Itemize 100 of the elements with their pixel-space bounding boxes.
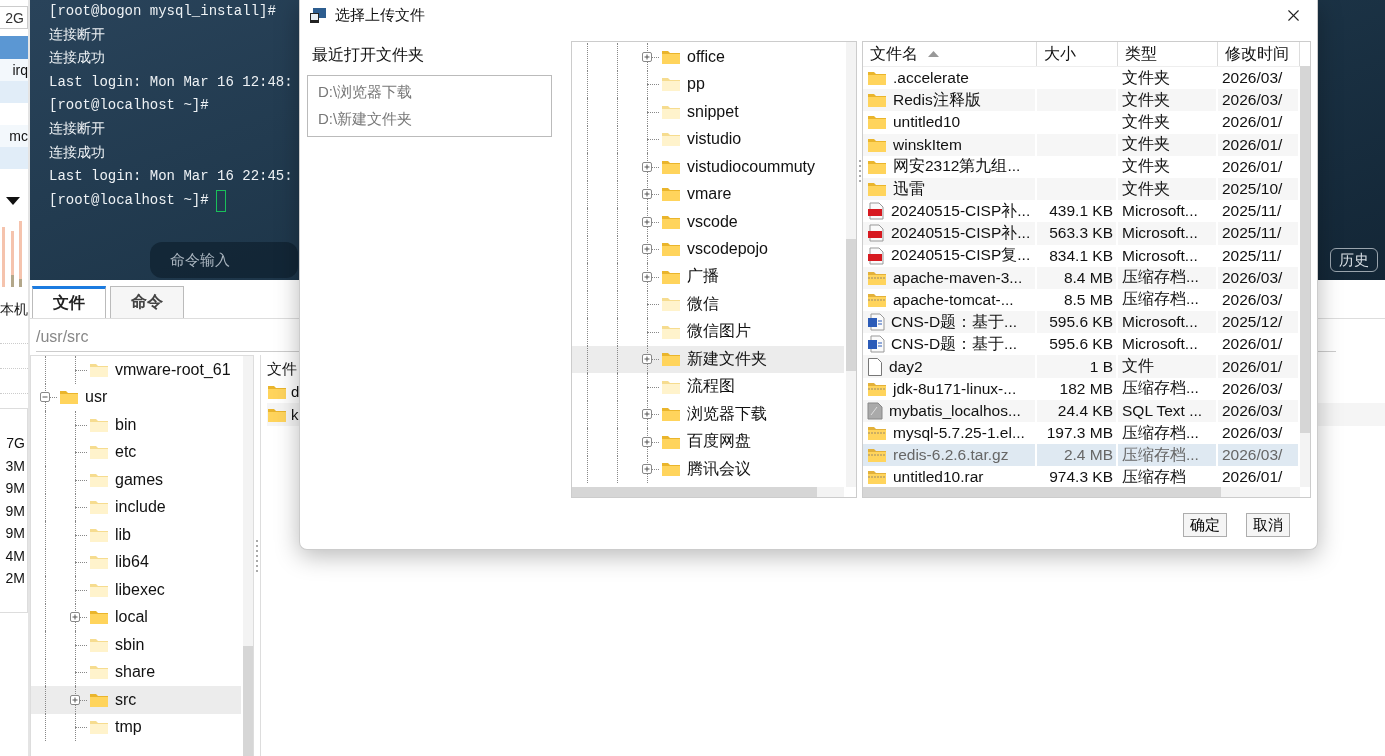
tree-item[interactable]: 微信图片 (572, 318, 844, 346)
expand-icon[interactable] (642, 271, 652, 282)
modified-date: 2026/03/ (1222, 69, 1283, 88)
list-row[interactable]: mc (0, 125, 28, 147)
scrollbar-thumb[interactable] (1300, 66, 1310, 433)
list-row[interactable]: irq (0, 59, 28, 81)
tree-item[interactable]: local (31, 603, 241, 631)
column-header[interactable]: 文件名 (863, 42, 1037, 66)
folder-icon (661, 48, 681, 65)
tree-item[interactable]: vmare (572, 180, 844, 208)
terminal-line: 连接断开 (49, 25, 105, 45)
tree-item[interactable]: snippet (572, 98, 844, 126)
recent-folder-item[interactable]: D:\浏览器下载 (308, 79, 551, 106)
tree-item[interactable]: vscodepojo (572, 235, 844, 263)
folder-icon (661, 186, 681, 203)
folder-icon (89, 664, 109, 681)
folder-icon (661, 241, 681, 258)
tree-item[interactable]: 新建文件夹 (572, 345, 844, 373)
tree-item[interactable]: sbin (31, 631, 241, 659)
column-header[interactable]: 类型 (1118, 42, 1218, 66)
expand-icon[interactable] (642, 244, 652, 255)
folder-icon (661, 213, 681, 230)
size-text: 3M (5, 457, 25, 475)
column-header[interactable]: 文件 (267, 359, 297, 379)
tree-item[interactable]: include (31, 493, 241, 521)
folder-icon (89, 499, 109, 516)
file-row[interactable]: 迅雷 文件夹 2025/10/ (863, 177, 1298, 201)
tree-item[interactable]: libexec (31, 576, 241, 604)
scrollbar-thumb[interactable] (863, 487, 1221, 497)
file-name: 20240515-CISP补... (891, 222, 1031, 243)
word-file-icon (867, 313, 885, 332)
file-row[interactable]: 20240515-CISP补... 563.3 KB Microsoft... 2025/11/ (863, 222, 1298, 245)
tree-item[interactable]: games (31, 466, 241, 494)
ok-button[interactable]: 确定 (1183, 513, 1227, 537)
modified-date: 2026/01/ (1222, 157, 1283, 176)
file-row[interactable]: CNS-D题：基于... 595.6 KB Microsoft... 2025/12/ (863, 311, 1298, 334)
tree-item[interactable]: 微信 (572, 290, 844, 318)
expand-icon[interactable] (70, 612, 80, 623)
file-size: 197.3 MB (1046, 424, 1113, 443)
tree-item[interactable]: vistudio (572, 125, 844, 153)
tree-item[interactable]: vmware-root_61 (31, 356, 241, 384)
file-name: CNS-D题：基于... (891, 333, 1017, 354)
collapse-icon[interactable] (40, 392, 50, 403)
file-row[interactable]: redis-6.2.6.tar.gz 2.4 MB 压缩存档... 2026/03/ (863, 444, 1298, 467)
expand-icon[interactable] (642, 436, 652, 447)
recent-folder-item[interactable]: D:\新建文件夹 (308, 106, 551, 133)
tree-item[interactable]: vistudiocoummuty (572, 153, 844, 181)
tab[interactable]: 文件 (32, 286, 106, 318)
tree-item[interactable]: usr (31, 383, 241, 411)
tree-item[interactable]: etc (31, 438, 241, 466)
column-header[interactable]: 大小 (1037, 42, 1118, 66)
archive-folder-icon (867, 469, 887, 486)
scrollbar-thumb[interactable] (846, 239, 856, 371)
expand-icon[interactable] (642, 51, 652, 62)
tree-item[interactable]: 腾讯会议 (572, 455, 844, 483)
archive-folder-icon (867, 291, 887, 308)
column-header[interactable]: 修改时间 (1218, 42, 1300, 66)
expand-icon[interactable] (642, 354, 652, 365)
dropdown-caret-icon[interactable] (6, 197, 20, 205)
tree-item[interactable]: 广播 (572, 263, 844, 291)
file-row[interactable]: apache-maven-3... 8.4 MB 压缩存档... 2026/03/ (863, 266, 1298, 289)
expand-icon[interactable] (642, 189, 652, 200)
modified-date: 2026/03/ (1222, 424, 1283, 443)
modified-date: 2026/03/ (1222, 401, 1283, 420)
tab[interactable]: 命令 (110, 286, 184, 318)
history-button[interactable]: 历史 (1330, 248, 1378, 273)
terminal-line: 连接成功 (49, 143, 105, 163)
tree-item[interactable]: office (572, 43, 844, 71)
tree-item[interactable]: 流程图 (572, 373, 844, 401)
file-row[interactable]: day2 1 B 文件 2026/01/ (863, 355, 1298, 378)
file-name: .accelerate (893, 69, 969, 88)
tree-item[interactable]: pp (572, 70, 844, 98)
tree-item[interactable]: lib64 (31, 548, 241, 576)
file-type: 压缩存档... (1122, 267, 1199, 288)
file-size: 439.1 KB (1049, 202, 1113, 221)
expand-icon[interactable] (70, 694, 80, 705)
tree-item[interactable]: src (31, 686, 241, 714)
file-row[interactable]: winskItem 文件夹 2026/01/ (863, 133, 1298, 156)
blank-file-icon (867, 357, 883, 376)
file-row[interactable]: mybatis_localhos... 24.4 KB SQL Text ... 2026/03/ (863, 399, 1298, 422)
folder-icon (867, 92, 887, 109)
modified-date: 2026/03/ (1222, 446, 1283, 465)
cancel-button[interactable]: 取消 (1246, 513, 1290, 537)
expand-icon[interactable] (642, 464, 652, 475)
tree-item[interactable]: 浏览器下载 (572, 400, 844, 428)
file-row[interactable]: Redis注释版 文件夹 2026/03/ (863, 89, 1298, 112)
file-size: 8.4 MB (1063, 268, 1113, 287)
folder-icon (661, 433, 681, 450)
tree-item[interactable]: vscode (572, 208, 844, 236)
scrollbar-thumb[interactable] (243, 646, 253, 756)
expand-icon[interactable] (642, 216, 652, 227)
scrollbar-thumb[interactable] (572, 487, 817, 497)
tree-item[interactable]: 百度网盘 (572, 428, 844, 456)
tree-item[interactable]: tmp (31, 713, 241, 741)
file-type: 文件 (1122, 356, 1154, 377)
expand-icon[interactable] (642, 409, 652, 420)
expand-icon[interactable] (642, 161, 652, 172)
tree-item[interactable]: bin (31, 411, 241, 439)
tree-item[interactable]: lib (31, 521, 241, 549)
command-input[interactable]: 命令输入 (150, 242, 298, 279)
